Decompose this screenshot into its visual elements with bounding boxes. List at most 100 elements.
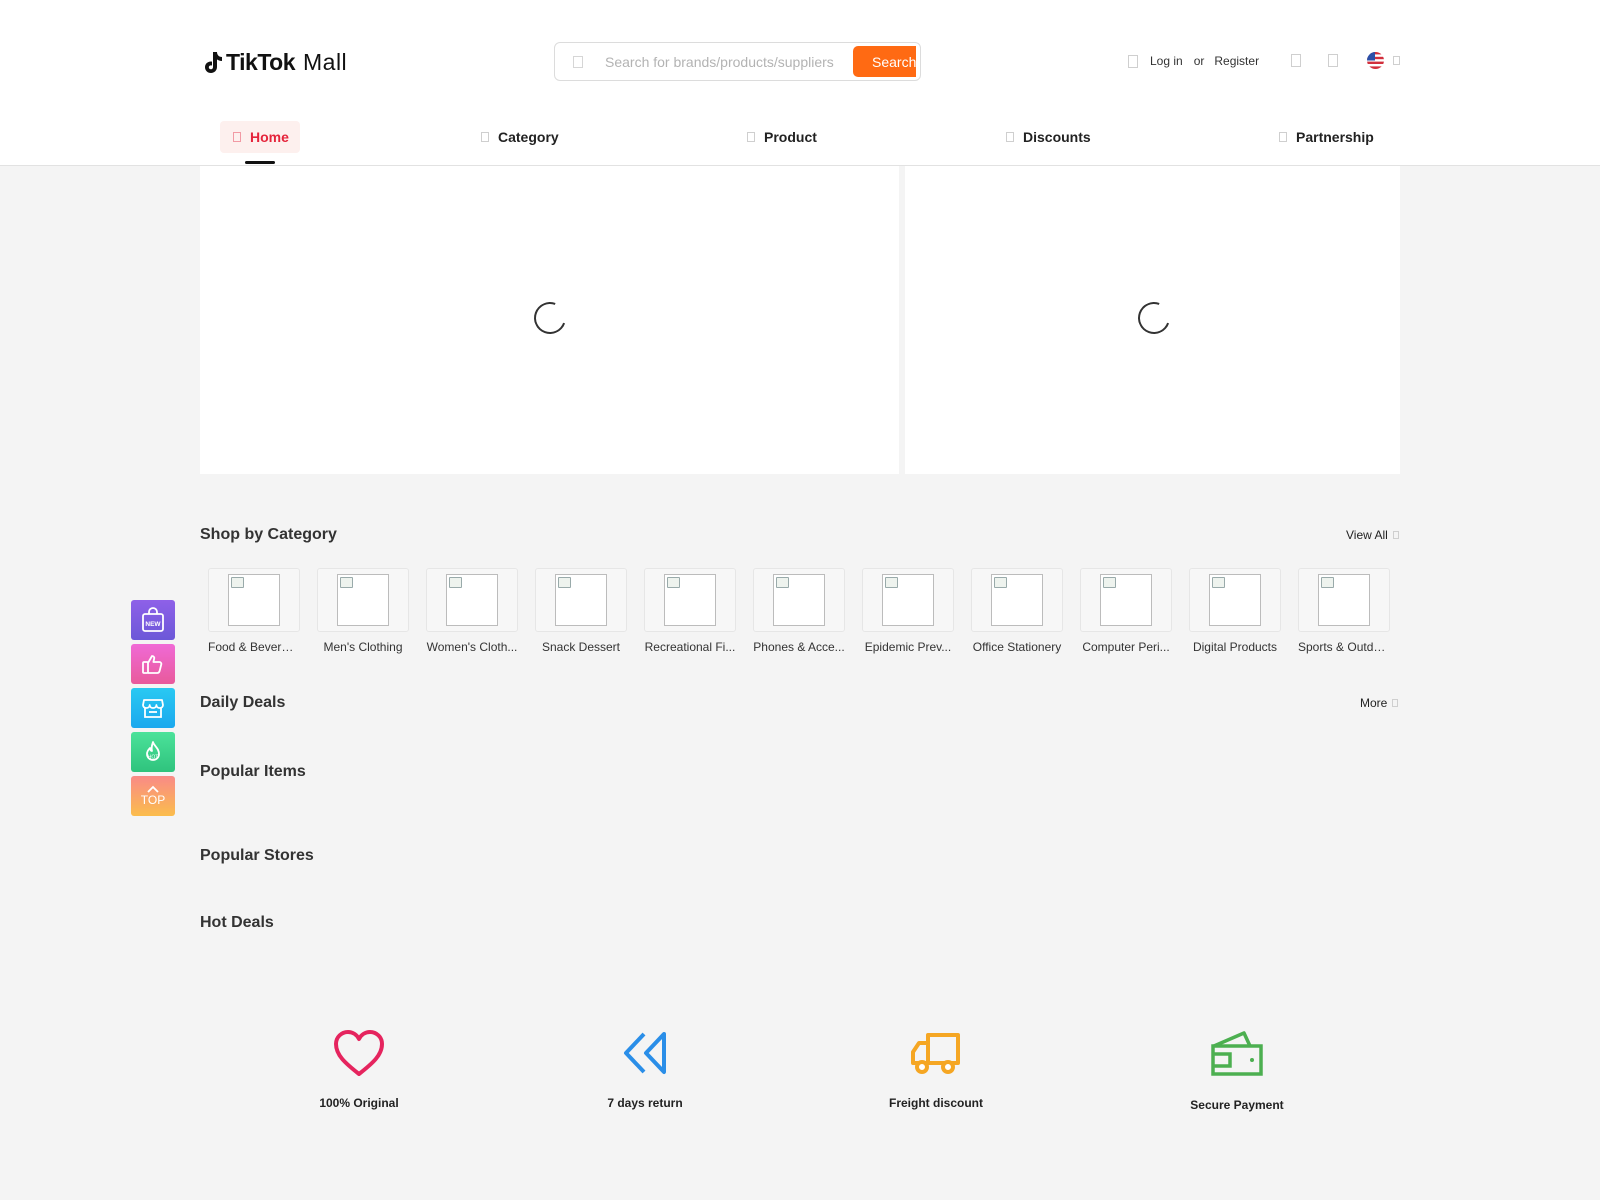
category-thumbnail: [753, 568, 845, 632]
category-item[interactable]: Snack Dessert: [535, 568, 627, 654]
nav-home-label: Home: [250, 129, 289, 145]
double-chevron-left-icon: [624, 1032, 666, 1074]
side-banner[interactable]: [905, 166, 1400, 474]
chevron-up-icon: [147, 785, 159, 793]
category-icon: [481, 132, 489, 142]
image-placeholder-icon: [1209, 574, 1261, 626]
nav-partnership[interactable]: Partnership: [1279, 121, 1374, 153]
back-to-top-button[interactable]: TOP: [131, 776, 175, 816]
category-thumbnail: [535, 568, 627, 632]
hot-badge-text: HOT: [148, 755, 159, 761]
nav-product-label: Product: [764, 129, 817, 145]
category-label: Snack Dessert: [541, 640, 621, 654]
new-arrivals-button[interactable]: NEW: [131, 600, 175, 640]
login-link[interactable]: Log in: [1150, 54, 1183, 68]
category-item[interactable]: Epidemic Prev...: [862, 568, 954, 654]
category-item[interactable]: Phones & Acce...: [753, 568, 845, 654]
feature-label: Secure Payment: [1190, 1098, 1284, 1112]
search-input[interactable]: [605, 53, 845, 70]
language-chevron-icon[interactable]: [1393, 56, 1400, 65]
category-label: Epidemic Prev...: [864, 640, 952, 654]
category-item[interactable]: Digital Products: [1189, 568, 1281, 654]
category-thumbnail: [1298, 568, 1390, 632]
search-icon: [573, 55, 583, 68]
new-bag-icon: NEW: [142, 607, 164, 632]
category-label: Men's Clothing: [323, 640, 403, 654]
category-list: Food & Beverage Men's Clothing Women's C…: [208, 568, 1390, 654]
popular-items-title: Popular Items: [200, 763, 306, 780]
nav-partnership-label: Partnership: [1296, 129, 1374, 145]
image-placeholder-icon: [991, 574, 1043, 626]
view-all-link[interactable]: View All: [1346, 528, 1399, 542]
user-links: Log in or Register: [1128, 52, 1259, 70]
message-icon[interactable]: [1291, 54, 1301, 67]
feature-label: Freight discount: [889, 1096, 983, 1110]
search-button[interactable]: Search: [853, 46, 916, 77]
nav-discounts[interactable]: Discounts: [1006, 121, 1091, 153]
category-item[interactable]: Computer Peri...: [1080, 568, 1172, 654]
view-all-label: View All: [1346, 528, 1388, 542]
nav-category-label: Category: [498, 129, 559, 145]
hot-deals-button[interactable]: HOT: [131, 732, 175, 772]
category-item[interactable]: Recreational Fi...: [644, 568, 736, 654]
category-item[interactable]: Men's Clothing: [317, 568, 409, 654]
image-placeholder-icon: [555, 574, 607, 626]
nav-category[interactable]: Category: [481, 121, 559, 153]
truck-icon: [911, 1033, 960, 1074]
store-icon: [142, 699, 164, 718]
category-item[interactable]: Sports & Outdo...: [1298, 568, 1390, 654]
more-link[interactable]: More: [1360, 696, 1399, 710]
feature-label: 7 days return: [607, 1096, 683, 1110]
feature-freight: Freight discount: [836, 1028, 1036, 1110]
nav-active-indicator: [245, 161, 275, 164]
nav-product[interactable]: Product: [747, 121, 817, 153]
product-icon: [747, 132, 755, 142]
category-label: Food & Beverage: [208, 640, 300, 654]
new-badge-text: NEW: [145, 621, 161, 628]
top-label: TOP: [140, 793, 166, 807]
search-bar: Search: [554, 42, 921, 81]
category-thumbnail: [1080, 568, 1172, 632]
register-link[interactable]: Register: [1214, 54, 1259, 68]
feature-label: 100% Original: [319, 1096, 399, 1110]
category-thumbnail: [862, 568, 954, 632]
category-item[interactable]: Food & Beverage: [208, 568, 300, 654]
discount-icon: [1006, 132, 1014, 142]
image-placeholder-icon: [337, 574, 389, 626]
image-placeholder-icon: [228, 574, 280, 626]
feature-original: 100% Original: [259, 1028, 459, 1110]
hot-deals-title: Hot Deals: [200, 914, 274, 931]
category-item[interactable]: Office Stationery: [971, 568, 1063, 654]
category-label: Phones & Acce...: [753, 640, 845, 654]
category-item[interactable]: Women's Cloth...: [426, 568, 518, 654]
wallet-icon: [1211, 1031, 1263, 1076]
side-float-toolbar: NEW HOT TOP: [131, 600, 175, 820]
feature-payment: Secure Payment: [1137, 1028, 1337, 1112]
chevron-right-icon: [1392, 699, 1399, 707]
category-thumbnail: [426, 568, 518, 632]
daily-deals-title: Daily Deals: [200, 694, 286, 711]
main-banner[interactable]: [200, 166, 899, 474]
loading-spinner-icon: [1132, 296, 1176, 340]
chevron-right-icon: [1392, 531, 1399, 539]
stores-button[interactable]: [131, 688, 175, 728]
recommended-button[interactable]: [131, 644, 175, 684]
image-placeholder-icon: [446, 574, 498, 626]
tiktok-mall-logo[interactable]: TikTok Mall: [202, 46, 347, 78]
image-placeholder-icon: [664, 574, 716, 626]
image-placeholder-icon: [773, 574, 825, 626]
flame-hot-icon: HOT: [146, 741, 160, 761]
image-placeholder-icon: [1318, 574, 1370, 626]
us-flag-icon[interactable]: [1367, 52, 1384, 69]
or-text: or: [1193, 54, 1205, 68]
nav-home[interactable]: Home: [220, 121, 300, 153]
category-thumbnail: [971, 568, 1063, 632]
category-label: Sports & Outdo...: [1298, 640, 1390, 654]
shop-by-category-title: Shop by Category: [200, 526, 337, 543]
cart-icon[interactable]: [1328, 54, 1338, 67]
category-label: Computer Peri...: [1082, 640, 1170, 654]
category-label: Digital Products: [1192, 640, 1278, 654]
thumbs-up-icon: [142, 655, 163, 674]
loading-spinner-icon: [528, 296, 572, 340]
category-thumbnail: [1189, 568, 1281, 632]
